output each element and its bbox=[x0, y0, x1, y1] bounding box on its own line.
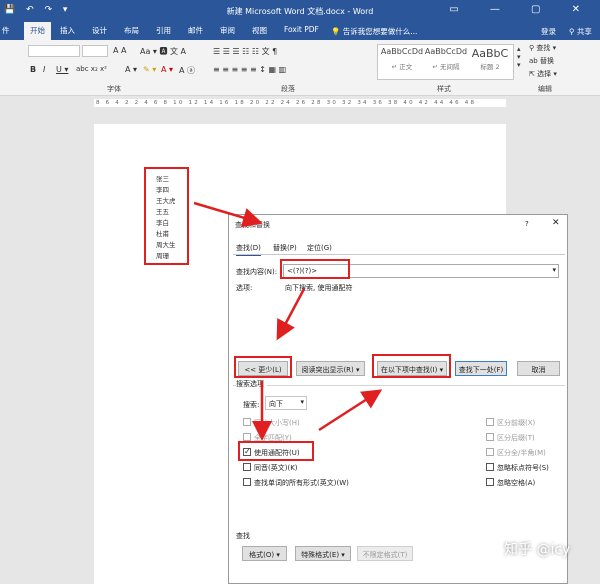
annotation-arrows bbox=[193, 201, 383, 441]
arrow-names-to-dialog bbox=[193, 201, 263, 228]
watermark: 知乎 @icy bbox=[504, 542, 571, 558]
arrow-wildcards-to-findin bbox=[318, 389, 383, 432]
arrow-find-to-less bbox=[276, 288, 306, 341]
